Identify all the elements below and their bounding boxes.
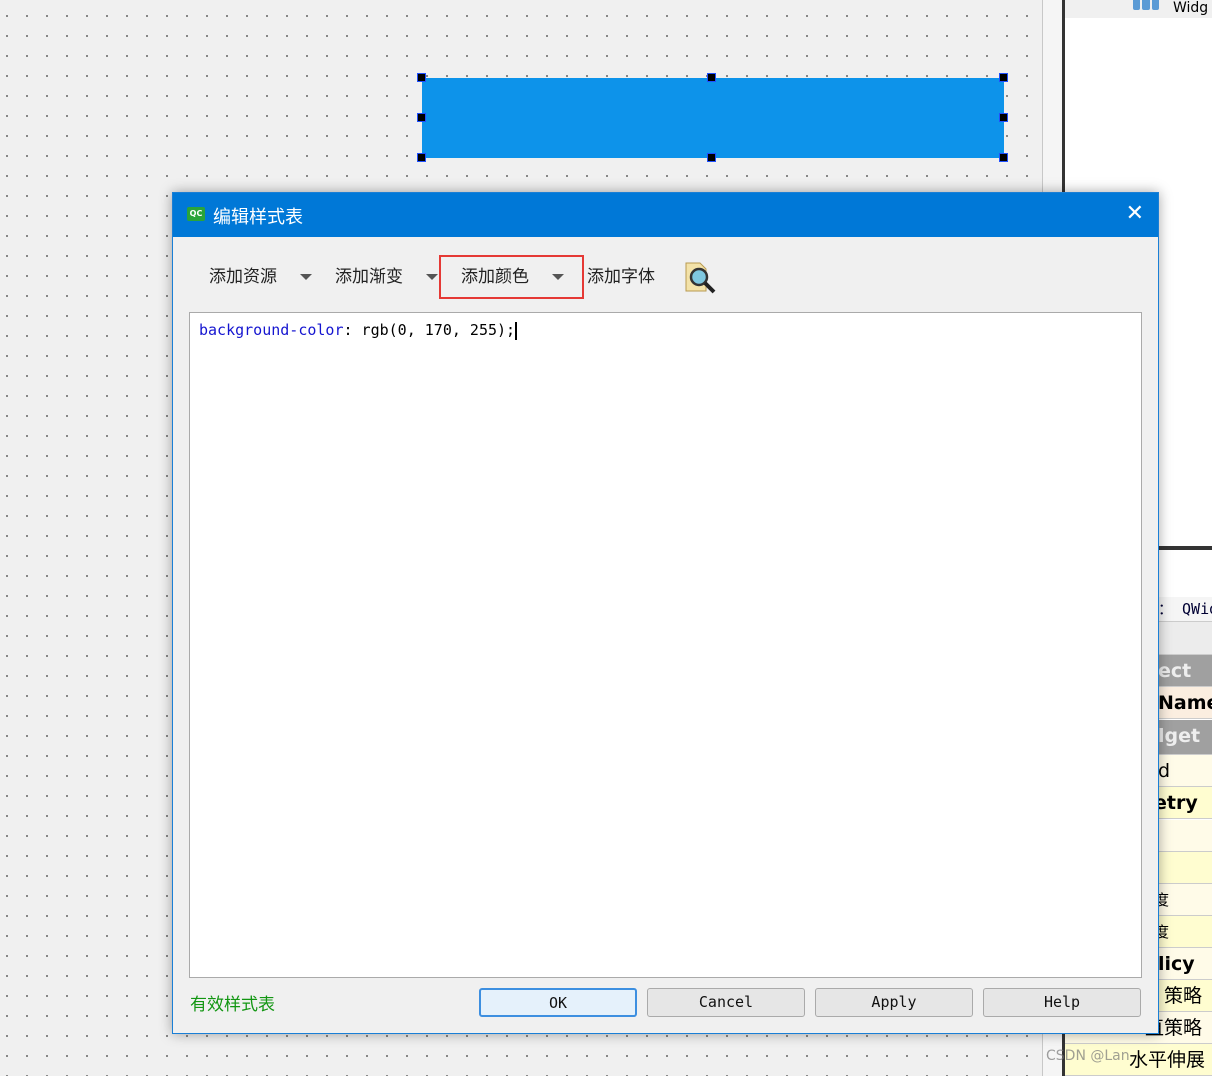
highlight-box	[439, 255, 584, 299]
add-gradient-label: 添加渐变	[335, 267, 403, 287]
property-name[interactable]: 策略	[1164, 980, 1202, 1011]
chevron-down-icon[interactable]	[300, 274, 313, 280]
property-value[interactable]: 水平伸展	[1129, 1044, 1205, 1075]
add-font-label: 添加字体	[587, 267, 655, 287]
resize-handle[interactable]	[999, 113, 1008, 122]
resize-handle[interactable]	[417, 113, 426, 122]
css-property: background-color	[199, 321, 344, 339]
dialog-title: 编辑样式表	[213, 207, 303, 228]
add-gradient-button[interactable]: 添加渐变	[335, 255, 439, 299]
object-class-label: ： QWid	[1158, 600, 1212, 618]
help-button[interactable]: Help	[983, 988, 1141, 1017]
close-icon[interactable]: ✕	[1126, 201, 1144, 226]
add-resource-button[interactable]: 添加资源	[209, 255, 313, 299]
css-value: : rgb(0, 170, 255);	[343, 321, 516, 339]
add-resource-label: 添加资源	[209, 267, 277, 287]
text-cursor	[515, 321, 518, 340]
property-name[interactable]: licy	[1158, 948, 1195, 979]
resize-handle[interactable]	[707, 153, 716, 162]
title-bar[interactable]: QC 编辑样式表 ✕	[173, 193, 1158, 237]
widget-icon	[1133, 0, 1159, 10]
resize-handle[interactable]	[417, 153, 426, 162]
object-inspector-row[interactable]: Widg	[1065, 0, 1212, 18]
property-name[interactable]: etry	[1154, 787, 1198, 818]
property-group: ect	[1158, 660, 1192, 682]
resize-handle[interactable]	[707, 73, 716, 82]
apply-button[interactable]: Apply	[815, 988, 973, 1017]
ok-button[interactable]: OK	[479, 988, 637, 1017]
find-icon[interactable]	[683, 261, 717, 295]
property-name[interactable]: d	[1158, 755, 1170, 786]
validity-status: 有效样式表	[190, 995, 275, 1015]
resize-handle[interactable]	[999, 153, 1008, 162]
resize-handle[interactable]	[417, 73, 426, 82]
resize-handle[interactable]	[999, 73, 1008, 82]
add-font-button[interactable]: 添加字体	[587, 255, 655, 299]
qt-creator-icon: QC	[187, 207, 205, 221]
cancel-button[interactable]: Cancel	[647, 988, 805, 1017]
selected-widget[interactable]	[422, 78, 1004, 158]
property-name[interactable]: Name	[1158, 687, 1212, 718]
watermark: CSDN @Lan	[1046, 1048, 1130, 1064]
stylesheet-editor[interactable]: background-color: rgb(0, 170, 255);	[189, 312, 1142, 978]
edit-stylesheet-dialog: QC 编辑样式表 ✕ 添加资源 添加渐变 添加颜色 添加字体 backgroun…	[172, 192, 1159, 1034]
property-group: lget	[1158, 725, 1201, 747]
chevron-down-icon[interactable]	[426, 274, 439, 280]
object-name: Widg	[1173, 0, 1209, 16]
